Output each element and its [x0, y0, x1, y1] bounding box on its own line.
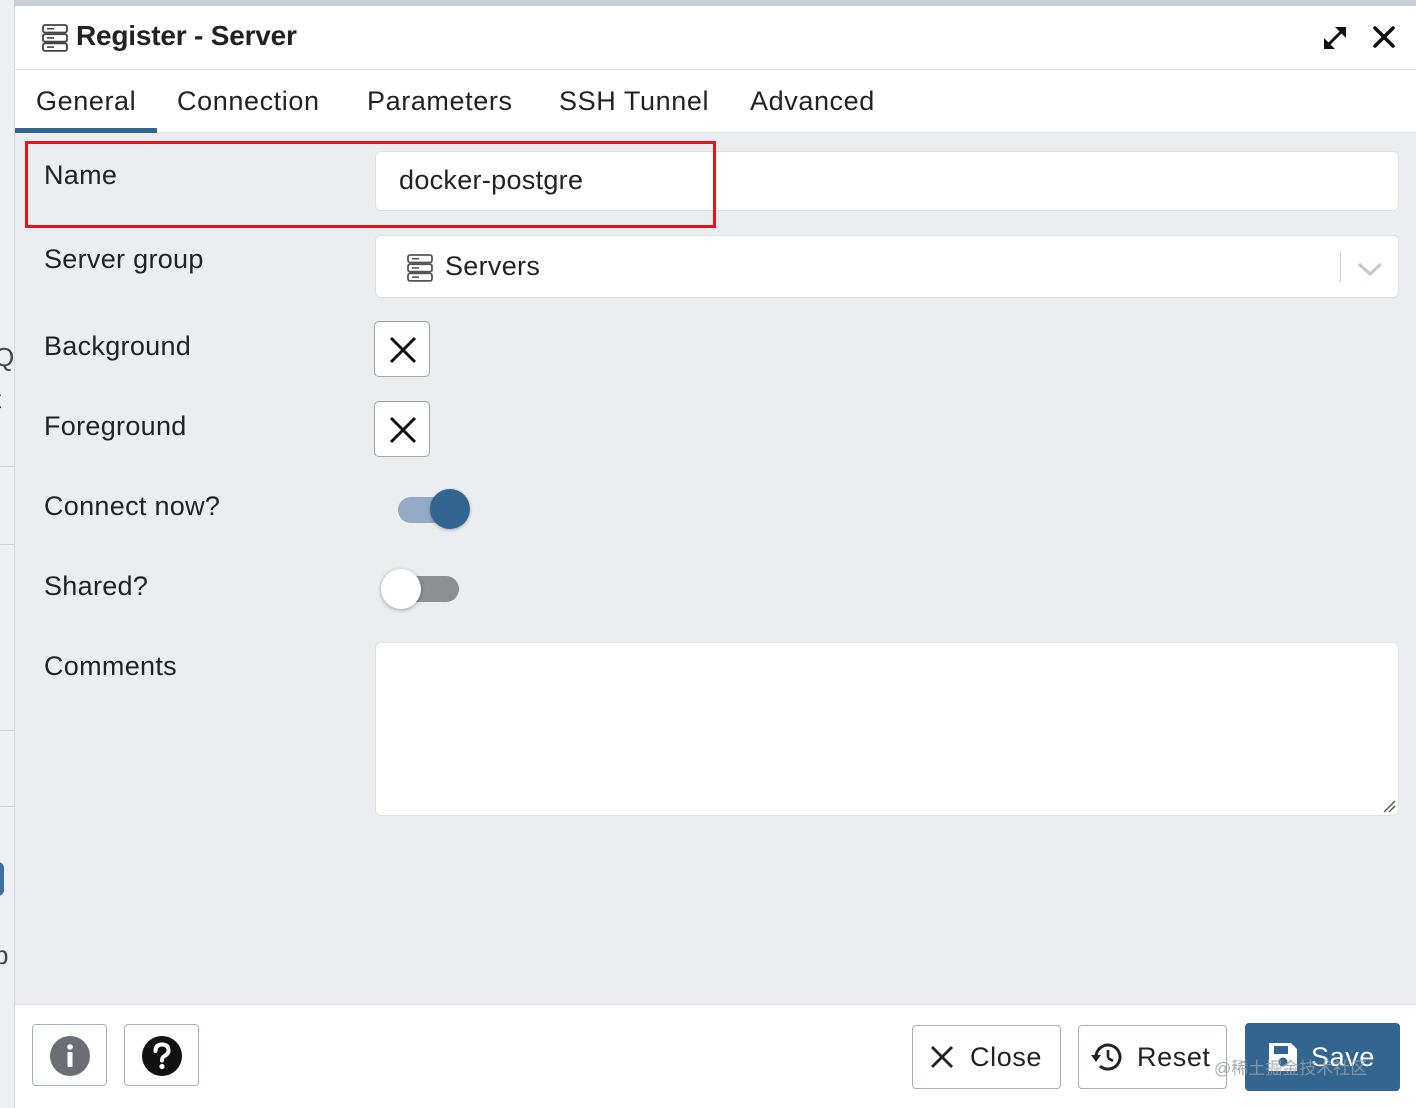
close-icon[interactable]	[1371, 24, 1397, 50]
register-server-dialog: Register - Server General Connection Par…	[14, 6, 1416, 1108]
name-label: Name	[44, 160, 118, 190]
help-button[interactable]	[124, 1024, 199, 1086]
tab-parameters[interactable]: Parameters	[367, 70, 513, 133]
tab-connection[interactable]: Connection	[177, 70, 320, 133]
shared-label: Shared?	[44, 571, 149, 601]
background-text-fragment: b	[0, 940, 9, 970]
background-color-picker[interactable]	[374, 321, 430, 377]
name-input[interactable]: docker-postgre	[375, 151, 1399, 211]
server-group-value: Servers	[445, 251, 541, 281]
name-input-value: docker-postgre	[399, 165, 584, 195]
background-divider	[0, 544, 14, 545]
close-button-label: Close	[970, 1042, 1043, 1072]
chevron-down-icon[interactable]	[1356, 256, 1384, 280]
dialog-titlebar[interactable]: Register - Server	[15, 6, 1416, 70]
reset-button[interactable]: Reset	[1078, 1025, 1227, 1089]
background-divider	[0, 806, 14, 807]
server-group-select[interactable]: Servers	[375, 235, 1399, 298]
close-icon	[931, 1046, 953, 1068]
background-badge	[0, 862, 4, 896]
shared-toggle-knob[interactable]	[381, 569, 421, 609]
servers-icon	[407, 254, 433, 282]
background-divider	[0, 466, 14, 467]
comments-label: Comments	[44, 651, 177, 681]
connect-now-label: Connect now?	[44, 491, 221, 521]
reset-button-label: Reset	[1137, 1042, 1211, 1072]
help-icon	[142, 1036, 182, 1076]
watermark: @稀土掘金技术社区	[1214, 1059, 1368, 1078]
comments-textarea[interactable]	[375, 642, 1399, 816]
resize-grip-icon[interactable]	[1382, 799, 1396, 813]
x-icon	[389, 416, 417, 444]
foreground-label: Foreground	[44, 411, 187, 441]
background-divider	[0, 730, 14, 731]
server-icon	[42, 24, 68, 52]
tab-general[interactable]: General	[14, 70, 158, 133]
tab-advanced[interactable]: Advanced	[750, 70, 875, 133]
x-icon	[389, 336, 417, 364]
maximize-icon[interactable]	[1321, 24, 1349, 52]
dialog-title: Register - Server	[76, 20, 297, 51]
tab-ssh-tunnel[interactable]: SSH Tunnel	[559, 70, 709, 133]
connect-now-toggle-knob[interactable]	[430, 489, 470, 529]
background-text-fragment: Q	[0, 342, 14, 372]
select-separator	[1340, 252, 1341, 282]
dialog-footer: Close Reset Save	[15, 1004, 1416, 1108]
background-text-fragment: t	[0, 384, 1, 415]
close-button[interactable]: Close	[912, 1025, 1061, 1089]
info-icon	[50, 1036, 90, 1076]
foreground-color-picker[interactable]	[374, 401, 430, 457]
background-label: Background	[44, 331, 192, 361]
info-button[interactable]	[32, 1024, 107, 1086]
background-app-edge: Q t b	[0, 0, 14, 1108]
reset-icon	[1091, 1043, 1122, 1071]
tab-bar: General Connection Parameters SSH Tunnel…	[14, 70, 1416, 133]
server-group-label: Server group	[44, 244, 204, 274]
